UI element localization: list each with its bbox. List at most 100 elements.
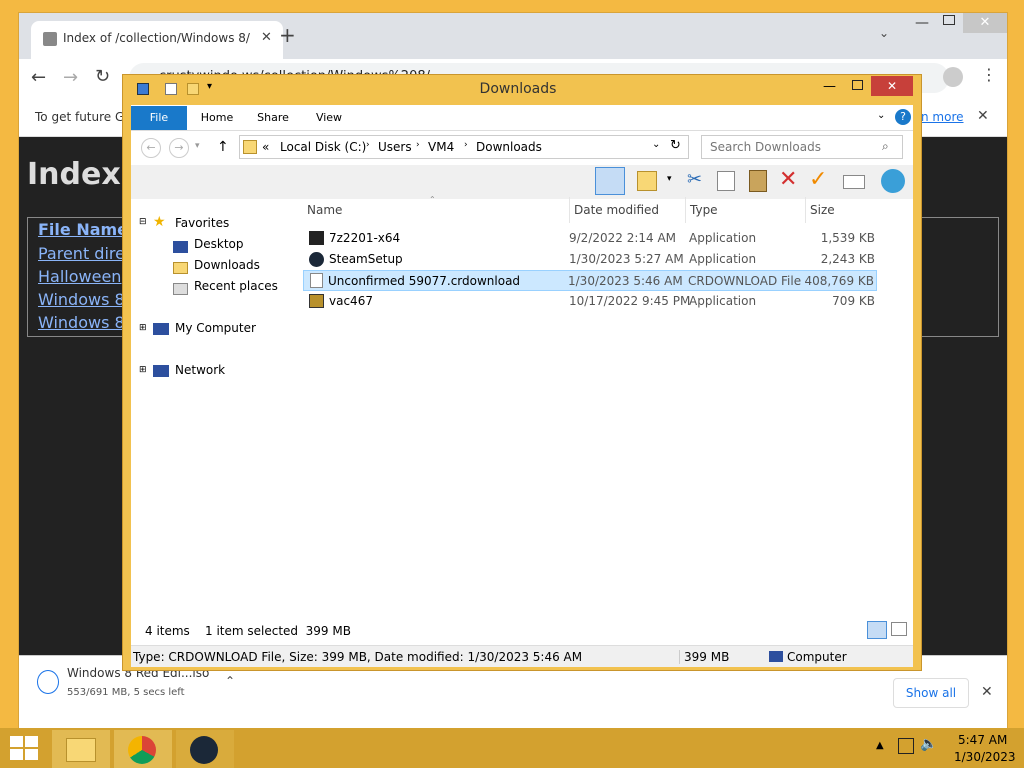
folder-options-dropdown-icon[interactable]: ▾ <box>667 174 672 184</box>
file-type: Application <box>689 252 757 266</box>
expand-network-icon[interactable]: ⊞ <box>139 365 147 375</box>
nav-network[interactable]: Network <box>175 363 225 377</box>
copy-icon[interactable] <box>717 171 735 191</box>
file-date: 9/2/2022 2:14 AM <box>569 231 677 245</box>
taskbar-chrome[interactable] <box>114 730 172 768</box>
taskbar: ▲ 🔈 5:47 AM 1/30/2023 <box>0 728 1024 768</box>
file-explorer-icon <box>66 738 96 762</box>
ribbon-tab-file[interactable]: File <box>131 106 187 130</box>
file-row-selected[interactable]: Unconfirmed 59077.crdownload 1/30/2023 5… <box>303 270 877 291</box>
tray-overflow-icon[interactable]: ▲ <box>876 740 884 751</box>
favicon-icon <box>43 32 57 46</box>
breadcrumb-local-disk[interactable]: Local Disk (C:) <box>280 140 366 154</box>
infobar-learn-more-link[interactable]: n more <box>921 110 964 124</box>
chrome-tab[interactable]: Index of /collection/Windows 8/ ✕ <box>31 21 283 59</box>
chevron-up-icon[interactable]: ⌃ <box>225 674 235 688</box>
folder-options-icon[interactable] <box>637 171 657 191</box>
clock-time[interactable]: 5:47 AM <box>958 733 1007 747</box>
ribbon-tab-view[interactable]: View <box>301 106 357 130</box>
explorer-close-button[interactable]: ✕ <box>871 76 913 96</box>
file-date: 10/17/2022 9:45 PM <box>569 294 691 308</box>
maximize-icon[interactable] <box>943 15 955 25</box>
paste-icon[interactable] <box>749 170 767 192</box>
nav-desktop[interactable]: Desktop <box>194 237 244 251</box>
search-input[interactable]: Search Downloads <box>710 140 821 154</box>
minimize-icon[interactable]: — <box>915 15 929 31</box>
column-type[interactable]: Type <box>685 197 718 223</box>
new-tab-icon[interactable]: + <box>279 23 296 47</box>
preview-pane-icon[interactable] <box>595 167 625 195</box>
nav-my-computer[interactable]: My Computer <box>175 321 256 335</box>
ribbon-tab-share[interactable]: Share <box>245 106 301 130</box>
taskbar-steam[interactable] <box>176 730 234 768</box>
chrome-icon <box>128 736 156 764</box>
volume-tray-icon[interactable]: 🔈 <box>920 736 937 752</box>
infobar-text: To get future Go <box>35 110 132 124</box>
start-windows-icon[interactable] <box>10 736 38 760</box>
tab-search-icon[interactable]: ⌄ <box>879 26 889 40</box>
clock-date[interactable]: 1/30/2023 <box>954 750 1016 764</box>
ribbon-tab-home[interactable]: Home <box>189 106 245 130</box>
cut-icon[interactable]: ✂ <box>687 169 702 190</box>
file-type: CRDOWNLOAD File <box>688 274 802 288</box>
breadcrumb-overflow[interactable]: « <box>262 140 269 154</box>
tab-close-icon[interactable]: ✕ <box>261 30 272 45</box>
expand-favorites-icon[interactable]: ⊟ <box>139 217 147 227</box>
taskbar-file-explorer[interactable] <box>52 730 110 768</box>
computer-small-icon <box>769 651 783 662</box>
file-name-header[interactable]: File Name <box>38 220 128 239</box>
nav-favorites[interactable]: Favorites <box>175 216 229 230</box>
file-row[interactable]: 7z2201-x64 9/2/2022 2:14 AM Application … <box>303 228 877 249</box>
page-link[interactable]: Parent direc <box>38 244 134 263</box>
forward-icon[interactable]: → <box>63 67 78 88</box>
large-icons-view-icon[interactable] <box>891 622 907 636</box>
download-file-icon <box>37 670 59 694</box>
column-date-modified[interactable]: Date modified <box>569 197 659 223</box>
file-row[interactable]: vac467 10/17/2022 9:45 PM Application 70… <box>303 291 877 312</box>
file-row[interactable]: SteamSetup 1/30/2023 5:27 AM Application… <box>303 249 877 270</box>
globe-icon[interactable] <box>881 169 905 193</box>
reload-icon[interactable]: ↻ <box>95 66 110 87</box>
menu-icon[interactable]: ⋮ <box>981 65 997 84</box>
explorer-title: Downloads <box>479 81 557 97</box>
properties-toolbar-icon[interactable] <box>843 175 865 189</box>
close-window-button[interactable]: ✕ <box>963 13 1007 33</box>
column-size[interactable]: Size <box>805 197 835 223</box>
recent-places-icon <box>173 283 188 295</box>
back-icon[interactable]: ← <box>31 67 46 88</box>
expand-ribbon-icon[interactable]: ⌄ <box>877 110 885 121</box>
profile-icon[interactable] <box>943 67 963 87</box>
rename-icon[interactable]: ✓ <box>809 167 827 192</box>
network-tray-icon[interactable] <box>898 738 914 754</box>
details-view-icon[interactable] <box>867 621 887 639</box>
help-icon[interactable]: ? <box>895 109 911 125</box>
download-status: 553/691 MB, 5 secs left <box>67 687 185 698</box>
nav-downloads[interactable]: Downloads <box>194 258 260 272</box>
address-bar[interactable]: « Local Disk (C:) › Users › VM4 › Downlo… <box>239 135 689 159</box>
details-size: 399 MB <box>679 650 729 664</box>
column-name[interactable]: Name <box>307 197 342 223</box>
search-box[interactable]: Search Downloads ⌕ <box>701 135 903 159</box>
breadcrumb-users[interactable]: Users <box>378 140 412 154</box>
address-dropdown-icon[interactable]: ⌄ <box>652 139 660 150</box>
show-all-button[interactable]: Show all <box>893 678 969 708</box>
explorer-maximize-icon[interactable] <box>852 80 863 90</box>
infobar-close-icon[interactable]: ✕ <box>977 108 989 124</box>
status-bar: 4 items 1 item selected 399 MB <box>131 617 913 643</box>
up-icon[interactable]: ↑ <box>217 139 229 155</box>
nav-forward-icon[interactable]: → <box>169 138 189 158</box>
expand-computer-icon[interactable]: ⊞ <box>139 323 147 333</box>
delete-icon[interactable]: ✕ <box>779 167 797 192</box>
nav-recent-places[interactable]: Recent places <box>194 279 278 293</box>
breadcrumb-downloads[interactable]: Downloads <box>476 140 542 154</box>
status-item-count: 4 items <box>145 624 190 638</box>
breadcrumb-vm4[interactable]: VM4 <box>428 140 454 154</box>
file-size: 2,243 KB <box>820 252 875 266</box>
download-bar-close-icon[interactable]: ✕ <box>981 684 993 700</box>
nav-back-icon[interactable]: ← <box>141 138 161 158</box>
breadcrumb-separator: › <box>464 140 468 150</box>
recent-locations-icon[interactable]: ▾ <box>195 141 200 151</box>
explorer-minimize-icon[interactable]: — <box>823 79 836 94</box>
refresh-icon[interactable]: ↻ <box>670 138 681 153</box>
steam-app-icon <box>309 252 324 267</box>
